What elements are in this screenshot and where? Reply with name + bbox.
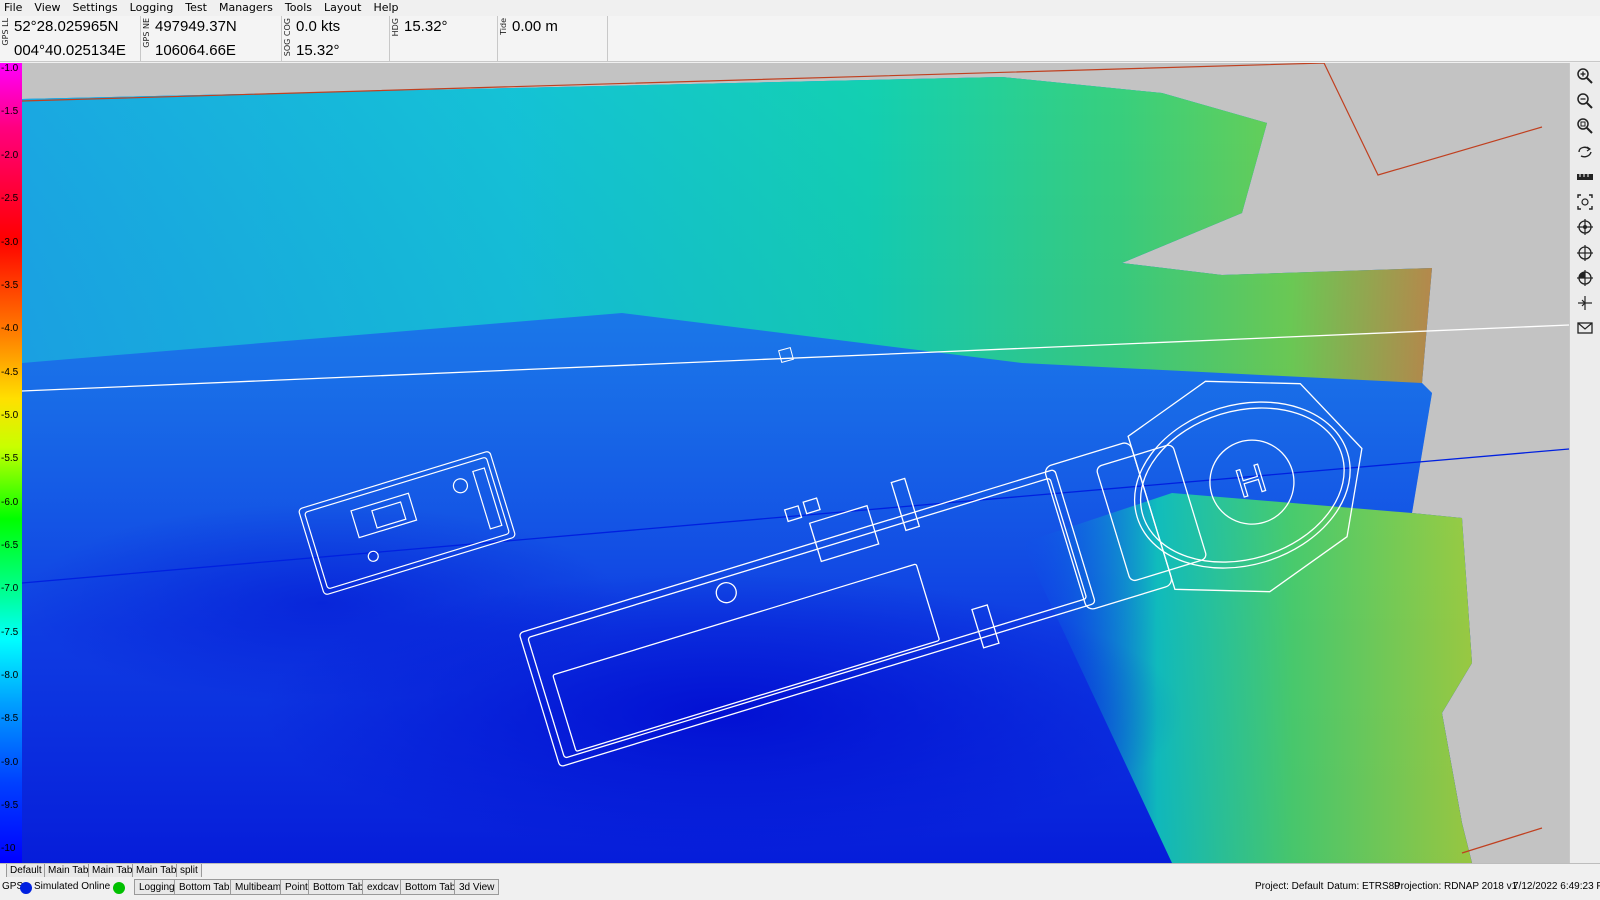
- map-canvas: H: [22, 63, 1569, 863]
- menu-file[interactable]: File: [0, 0, 28, 16]
- status-bar: GPS Simulated Online Logging Bottom Tab …: [0, 877, 1600, 900]
- legend-tick: -7.0: [1, 583, 19, 594]
- menu-layout[interactable]: Layout: [318, 0, 367, 16]
- legend-tick: -5.0: [1, 410, 19, 421]
- legend-tick: -3.5: [1, 280, 19, 291]
- tide-value: 0.00 m: [512, 18, 558, 35]
- legend-tick: -4.0: [1, 323, 19, 334]
- fit-vessel-icon[interactable]: [1574, 191, 1596, 213]
- sog-value: 0.0 kts: [296, 18, 341, 35]
- legend-tick: -7.5: [1, 627, 19, 638]
- gps-ll-panel: GPS LL 52°28.025965N 004°40.025134E: [0, 16, 141, 62]
- bottom-tab-logging[interactable]: Logging: [134, 879, 180, 895]
- legend-tick: -6.5: [1, 540, 19, 551]
- datum-text: Datum: ETRS89: [1327, 881, 1400, 892]
- hdg-value: 15.32°: [404, 18, 448, 35]
- bottom-tab-multibeam[interactable]: Multibeam: [230, 879, 287, 895]
- gps-status-indicator: [20, 882, 32, 894]
- legend-tick: -3.0: [1, 237, 19, 248]
- menu-bar: File View Settings Logging Test Managers…: [0, 0, 1600, 16]
- legend-tick: -9.0: [1, 757, 19, 768]
- tab-main-2[interactable]: Main Tab: [88, 864, 137, 878]
- legend-tick: -10: [1, 843, 16, 854]
- logging-status-indicator: [113, 882, 125, 894]
- legend-tick: -6.0: [1, 497, 19, 508]
- northing-value: 497949.37N: [155, 18, 237, 35]
- menu-managers[interactable]: Managers: [213, 0, 279, 16]
- gps-ne-label: GPS NE: [142, 18, 151, 48]
- legend-tick: -8.0: [1, 670, 19, 681]
- tide-panel: Tide 0.00 m: [498, 16, 608, 62]
- menu-help[interactable]: Help: [367, 0, 404, 16]
- tab-main-1[interactable]: Main Tab: [44, 864, 93, 878]
- project-text: Project: Default: [1255, 881, 1324, 892]
- legend-ticks: -1.0 -1.5 -2.0 -2.5 -3.0 -3.5 -4.0 -4.5 …: [0, 63, 22, 863]
- center-vessel-icon[interactable]: [1574, 216, 1596, 238]
- bathymetry-map[interactable]: H: [22, 63, 1569, 863]
- info-bar: GPS LL 52°28.025965N 004°40.025134E GPS …: [0, 16, 1600, 62]
- gps-ne-panel: GPS NE 497949.37N 106064.66E: [141, 16, 282, 62]
- sog-cog-panel: SOG COG 0.0 kts 15.32°: [282, 16, 390, 62]
- tab-main-3[interactable]: Main Tab: [132, 864, 181, 878]
- longitude-value: 004°40.025134E: [14, 42, 126, 59]
- pan-icon[interactable]: [1574, 141, 1596, 163]
- legend-tick: -2.5: [1, 193, 19, 204]
- menu-view[interactable]: View: [28, 0, 66, 16]
- hdg-label: HDG: [391, 18, 400, 37]
- zoom-out-icon[interactable]: [1574, 90, 1596, 112]
- legend-tick: -4.5: [1, 367, 19, 378]
- legend-tick: -1.0: [1, 63, 19, 74]
- sog-cog-label: SOG COG: [283, 18, 292, 57]
- legend-tick: -5.5: [1, 453, 19, 464]
- legend-tick: -1.5: [1, 106, 19, 117]
- projection-text: Projection: RDNAP 2018 v1: [1394, 881, 1518, 892]
- bottom-tab-bottom-1[interactable]: Bottom Tab: [174, 879, 235, 895]
- easting-value: 106064.66E: [155, 42, 236, 59]
- legend-tick: -9.5: [1, 800, 19, 811]
- cog-value: 15.32°: [296, 42, 340, 59]
- latitude-value: 52°28.025965N: [14, 18, 119, 35]
- bottom-tab-3d-view[interactable]: 3d View: [454, 879, 500, 895]
- view-tabs: Default Main Tab Main Tab Main Tab split: [0, 863, 1600, 878]
- zoom-in-icon[interactable]: [1574, 65, 1596, 87]
- map-toolbar: [1569, 63, 1600, 863]
- menu-logging[interactable]: Logging: [124, 0, 180, 16]
- crosshair-icon[interactable]: [1574, 242, 1596, 264]
- legend-tick: -2.0: [1, 150, 19, 161]
- timestamp-text: 7/12/2022 6:49:23 PM: [1513, 881, 1600, 892]
- waypoint-icon[interactable]: [1574, 292, 1596, 314]
- gps-status-text: Simulated Online: [34, 881, 111, 892]
- tide-label: Tide: [499, 18, 508, 35]
- menu-settings[interactable]: Settings: [67, 0, 124, 16]
- bottom-tab-bottom-3[interactable]: Bottom Tab: [400, 879, 461, 895]
- app-window: File View Settings Logging Test Managers…: [0, 0, 1600, 900]
- gps-ll-label: GPS LL: [1, 18, 10, 46]
- bottom-tab-bottom-2[interactable]: Bottom Tab: [308, 879, 369, 895]
- tab-split[interactable]: split: [176, 864, 202, 878]
- target-icon[interactable]: [1574, 267, 1596, 289]
- ruler-icon[interactable]: [1574, 166, 1596, 188]
- legend-tick: -8.5: [1, 713, 19, 724]
- message-icon[interactable]: [1574, 317, 1596, 339]
- zoom-extent-icon[interactable]: [1574, 115, 1596, 137]
- menu-tools[interactable]: Tools: [279, 0, 318, 16]
- tab-default[interactable]: Default: [6, 864, 46, 878]
- bottom-tab-exdcav[interactable]: exdcav: [362, 879, 404, 895]
- menu-test[interactable]: Test: [179, 0, 213, 16]
- hdg-panel: HDG 15.32°: [390, 16, 498, 62]
